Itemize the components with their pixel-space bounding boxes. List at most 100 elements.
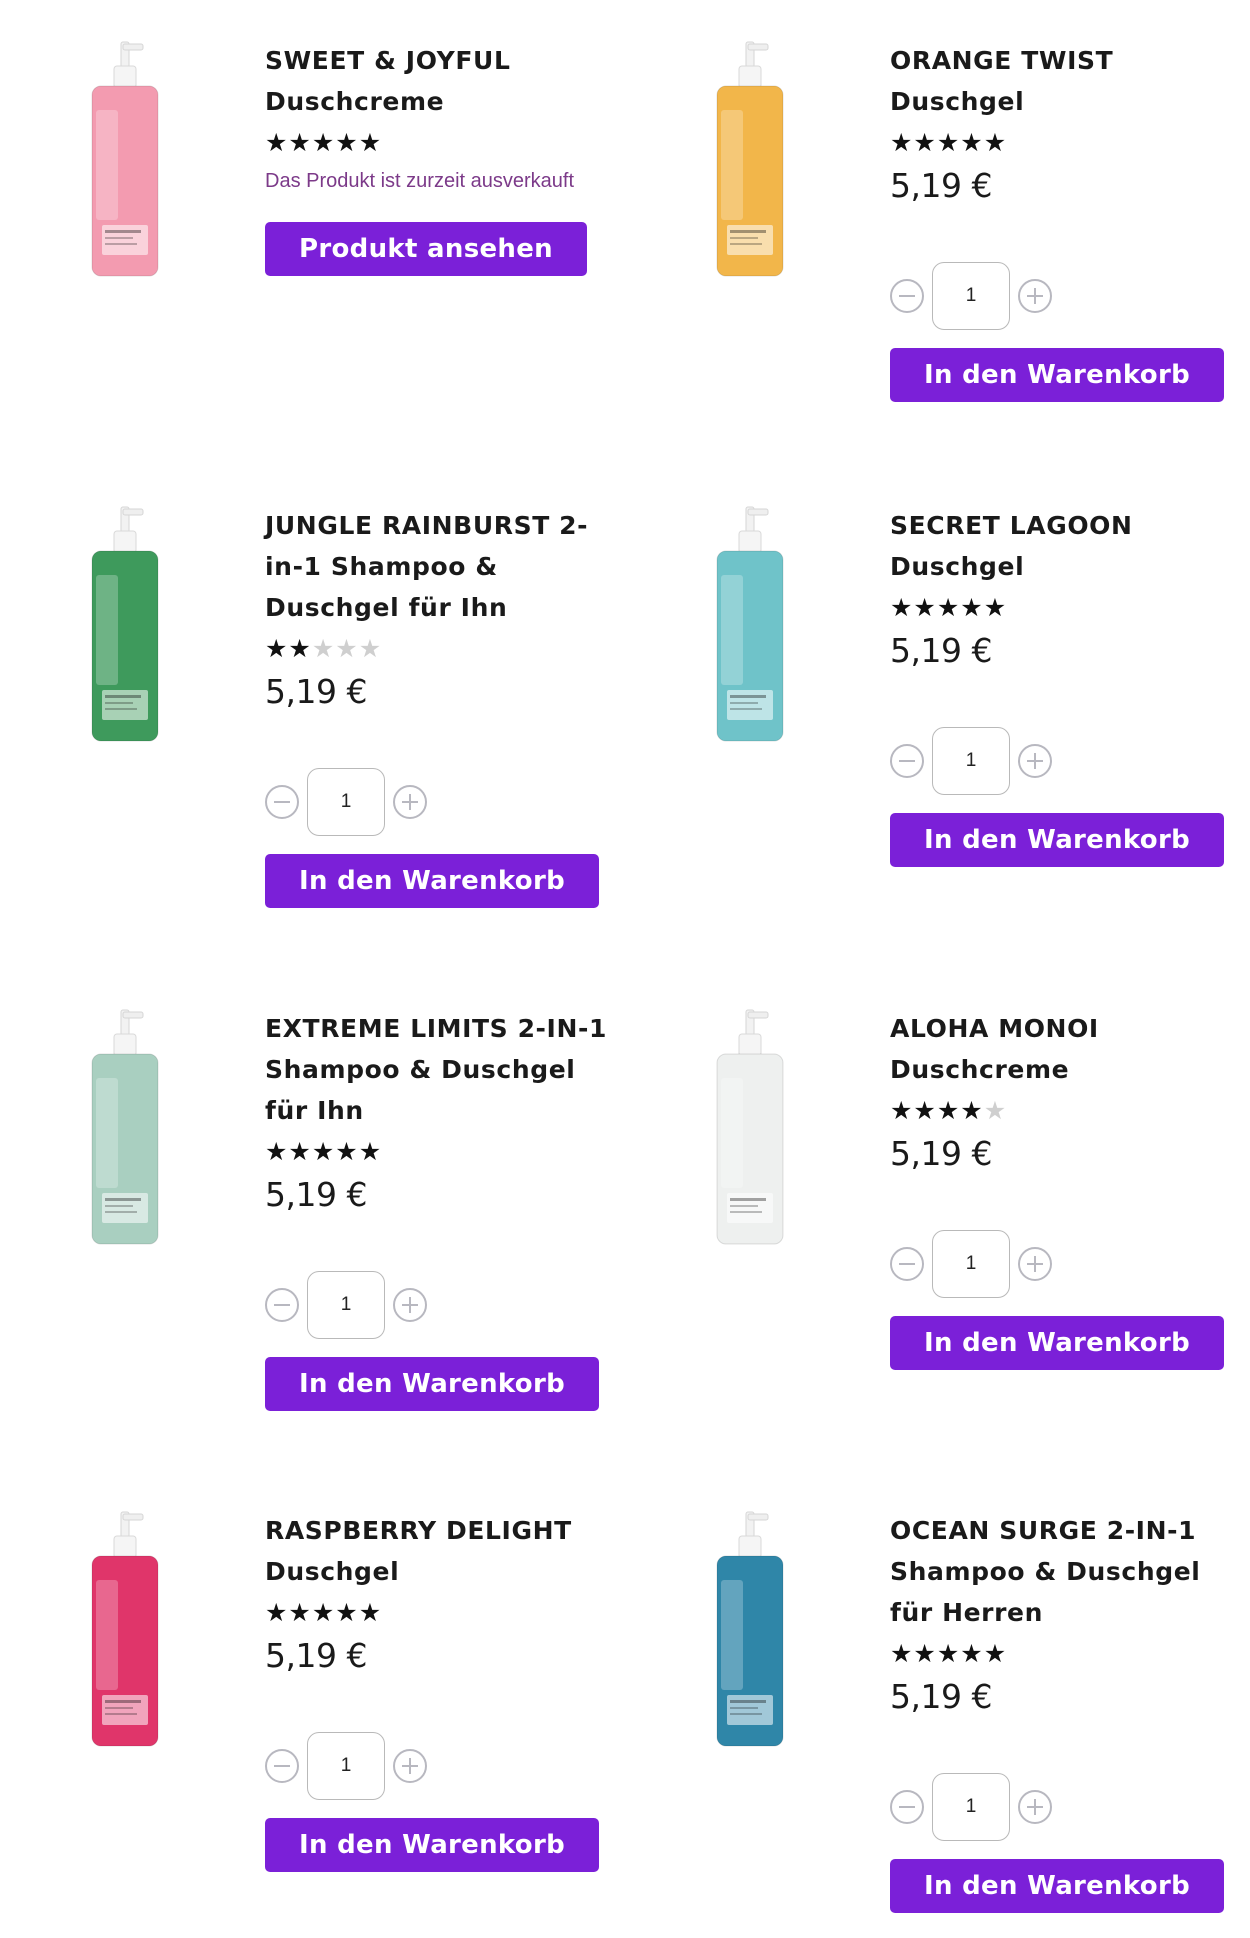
product-title-main[interactable]: SWEET & JOYFUL <box>265 46 510 75</box>
product-image[interactable] <box>715 1008 785 1248</box>
star-filled-icon: ★ <box>936 1096 961 1125</box>
star-filled-icon: ★ <box>358 1137 383 1166</box>
soldout-notice: Das Produkt ist zurzeit ausverkauft <box>265 170 575 192</box>
star-filled-icon: ★ <box>358 1598 383 1627</box>
product-title[interactable]: EXTREME LIMITS 2-in-1 Shampoo & Duschgel… <box>265 1008 625 1131</box>
star-empty-icon: ★ <box>358 634 383 663</box>
product-image[interactable] <box>90 505 160 745</box>
add-to-cart-button[interactable]: In den Warenkorb <box>265 1357 599 1411</box>
product-title[interactable]: ALOHA MONOI Duschcreme <box>890 1008 1250 1090</box>
product-title[interactable]: SWEET & JOYFUL Duschcreme <box>265 40 625 122</box>
product-title-sub[interactable]: Shampoo & Duschgel für Herren <box>890 1551 1250 1633</box>
quantity-input[interactable]: 1 <box>307 1732 385 1800</box>
rating-stars: ★ ★ ★ ★ ★ <box>890 1096 1250 1126</box>
product-title-sub[interactable]: Duschcreme <box>890 1055 1069 1084</box>
product-price: 5,19 € <box>890 1134 992 1173</box>
rating-stars: ★ ★ ★ ★ ★ <box>890 593 1250 623</box>
bottle-illustration <box>716 1009 784 1245</box>
star-filled-icon: ★ <box>288 634 312 663</box>
bottle-illustration <box>91 1511 159 1747</box>
product-title-sub[interactable]: Shampoo & Duschgel für Ihn <box>265 1049 625 1131</box>
quantity-input[interactable]: 1 <box>932 1230 1010 1298</box>
quantity-input[interactable]: 1 <box>932 1773 1010 1841</box>
product-title-sub[interactable]: Duschcreme <box>265 87 444 116</box>
product-title-main[interactable]: ORANGE TWIST <box>890 46 1113 75</box>
quantity-input[interactable]: 1 <box>932 727 1010 795</box>
minus-icon[interactable] <box>890 1790 924 1824</box>
star-filled-icon: ★ <box>890 1096 914 1125</box>
product-title[interactable]: ORANGE TWIST Duschgel <box>890 40 1250 122</box>
add-to-cart-button[interactable]: In den Warenkorb <box>890 348 1224 402</box>
bottle-illustration <box>716 1511 784 1747</box>
star-filled-icon: ★ <box>335 128 359 157</box>
product-image[interactable] <box>715 1510 785 1750</box>
product-title-sub[interactable]: in-1 Shampoo & Duschgel für Ihn <box>265 546 535 628</box>
plus-icon[interactable] <box>1018 279 1052 313</box>
minus-icon[interactable] <box>265 1749 299 1783</box>
product-price: 5,19 € <box>890 1677 992 1716</box>
minus-icon[interactable] <box>890 1247 924 1281</box>
star-filled-icon: ★ <box>890 1639 914 1668</box>
rating-stars: ★ ★ ★ ★ ★ <box>265 1598 625 1628</box>
minus-icon[interactable] <box>265 785 299 819</box>
star-filled-icon: ★ <box>936 1639 961 1668</box>
star-filled-icon: ★ <box>913 1639 937 1668</box>
rating-stars: ★ ★ ★ ★ ★ <box>265 634 625 664</box>
star-filled-icon: ★ <box>913 128 937 157</box>
minus-icon[interactable] <box>265 1288 299 1322</box>
star-filled-icon: ★ <box>913 1096 937 1125</box>
product-title[interactable]: RASPBERRY DELIGHT Duschgel <box>265 1510 625 1592</box>
plus-icon[interactable] <box>393 785 427 819</box>
product-title-sub[interactable]: Duschgel <box>890 87 1024 116</box>
star-filled-icon: ★ <box>288 128 312 157</box>
star-filled-icon: ★ <box>265 1598 289 1627</box>
add-to-cart-button[interactable]: In den Warenkorb <box>890 1316 1224 1370</box>
product-title-main[interactable]: SECRET LAGOON <box>890 511 1133 540</box>
product-title-main[interactable]: OCEAN SURGE 2-in-1 <box>890 1516 1196 1545</box>
plus-icon[interactable] <box>393 1288 427 1322</box>
view-product-button[interactable]: Produkt ansehen <box>265 222 587 276</box>
rating-stars: ★ ★ ★ ★ ★ <box>890 1639 1250 1669</box>
add-to-cart-button[interactable]: In den Warenkorb <box>265 1818 599 1872</box>
product-title-sub[interactable]: Duschgel <box>265 1557 399 1586</box>
plus-icon[interactable] <box>1018 1790 1052 1824</box>
quantity-stepper: 1 <box>265 1732 625 1800</box>
star-filled-icon: ★ <box>311 1598 336 1627</box>
star-filled-icon: ★ <box>335 1137 359 1166</box>
add-to-cart-button[interactable]: In den Warenkorb <box>265 854 599 908</box>
quantity-stepper: 1 <box>890 1230 1250 1298</box>
plus-icon[interactable] <box>393 1749 427 1783</box>
minus-icon[interactable] <box>890 744 924 778</box>
quantity-input[interactable]: 1 <box>307 1271 385 1339</box>
bottle-illustration <box>716 506 784 742</box>
product-title-main[interactable]: EXTREME LIMITS 2-in-1 <box>265 1014 607 1043</box>
star-filled-icon: ★ <box>960 128 984 157</box>
product-title[interactable]: JUNGLE RAINBURST 2- in-1 Shampoo & Dusch… <box>265 505 625 628</box>
product-image[interactable] <box>715 505 785 745</box>
product-title-main[interactable]: ALOHA MONOI <box>890 1014 1099 1043</box>
product-image[interactable] <box>90 1008 160 1248</box>
add-to-cart-button[interactable]: In den Warenkorb <box>890 1859 1224 1913</box>
product-title[interactable]: SECRET LAGOON Duschgel <box>890 505 1250 587</box>
star-filled-icon: ★ <box>983 128 1008 157</box>
bottle-illustration <box>716 41 784 277</box>
plus-icon[interactable] <box>1018 744 1052 778</box>
product-image[interactable] <box>90 40 160 280</box>
add-to-cart-button[interactable]: In den Warenkorb <box>890 813 1224 867</box>
product-image[interactable] <box>90 1510 160 1750</box>
star-filled-icon: ★ <box>983 593 1008 622</box>
quantity-input[interactable]: 1 <box>307 768 385 836</box>
plus-icon[interactable] <box>1018 1247 1052 1281</box>
product-title-main[interactable]: RASPBERRY DELIGHT <box>265 1516 572 1545</box>
star-filled-icon: ★ <box>890 128 914 157</box>
quantity-stepper: 1 <box>890 1773 1250 1841</box>
product-image[interactable] <box>715 40 785 280</box>
product-price: 5,19 € <box>890 166 992 205</box>
product-title-sub[interactable]: Duschgel <box>890 552 1024 581</box>
star-filled-icon: ★ <box>288 1137 312 1166</box>
product-price: 5,19 € <box>265 672 367 711</box>
product-title[interactable]: OCEAN SURGE 2-in-1 Shampoo & Duschgel fü… <box>890 1510 1250 1633</box>
quantity-input[interactable]: 1 <box>932 262 1010 330</box>
product-title-main[interactable]: JUNGLE RAINBURST 2- <box>265 511 588 540</box>
minus-icon[interactable] <box>890 279 924 313</box>
